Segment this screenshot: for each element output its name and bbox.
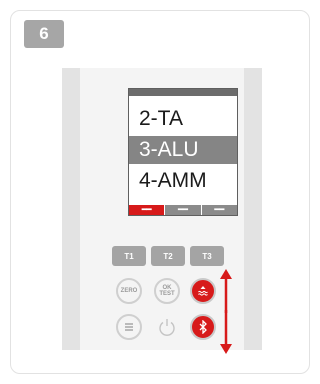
menu-button[interactable] xyxy=(116,314,142,340)
soft-key-1: ━━ xyxy=(129,205,165,215)
t1-button[interactable]: T1 xyxy=(112,246,146,266)
bluetooth-button[interactable] xyxy=(190,314,216,340)
device-screen: 2-TA 3-ALU 4-AMM ━━ ━━ ━━ xyxy=(128,88,238,216)
screen-header-bar xyxy=(129,89,237,96)
zero-button[interactable]: ZERO xyxy=(116,278,142,304)
menu-item-4-amm[interactable]: 4-AMM xyxy=(129,167,237,195)
soft-key-2: ━━ xyxy=(165,205,201,215)
menu-item-3-alu-selected[interactable]: 3-ALU xyxy=(129,136,237,164)
soft-key-bar: ━━ ━━ ━━ xyxy=(129,205,237,215)
power-icon xyxy=(159,319,175,336)
zero-label: ZERO xyxy=(120,288,138,294)
up-function-button[interactable] xyxy=(190,278,216,304)
ok-test-button[interactable]: OK TEST xyxy=(154,278,180,304)
bluetooth-icon xyxy=(199,320,207,334)
t2-button[interactable]: T2 xyxy=(151,246,185,266)
waves-up-icon xyxy=(198,286,208,296)
test-label: TEST xyxy=(159,291,175,297)
step-number-badge: 6 xyxy=(24,20,64,48)
arrow-down-icon xyxy=(220,310,232,354)
t3-button[interactable]: T3 xyxy=(190,246,224,266)
menu-icon xyxy=(125,323,133,331)
soft-key-3: ━━ xyxy=(201,205,237,215)
arrow-up-icon xyxy=(220,269,232,313)
power-button[interactable] xyxy=(156,316,178,338)
menu-item-2-ta[interactable]: 2-TA xyxy=(129,105,237,133)
